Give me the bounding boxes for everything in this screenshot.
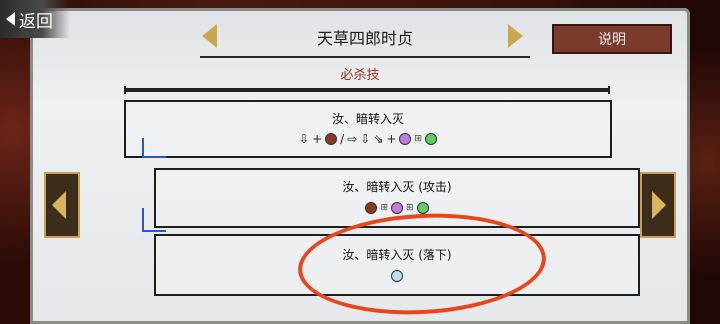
button-circle-icon [391,202,403,214]
move-card-1[interactable]: 汝、暗转入灭 ⇩ + / ⇨ ⇩ ⇘ + ⊞ [124,100,612,158]
title-bar: 天草四郎时贞 [200,18,530,58]
slash-icon: / [340,132,345,146]
section-divider [124,86,610,94]
chevron-right-icon [652,191,666,219]
chevron-left-icon [6,12,15,26]
arrow-down-right-icon: ⇘ [373,132,384,146]
button-circle-icon [424,133,437,145]
description-button[interactable]: 说明 [552,24,672,54]
move-command: ⊞ ⊞ [156,202,638,214]
section-label: 必杀技 [340,68,380,83]
connector-line [142,208,144,230]
next-character-icon[interactable] [508,24,523,48]
back-label: 返回 [19,11,53,32]
move-command: ⇩ + / ⇨ ⇩ ⇘ + ⊞ [126,132,610,146]
arrow-right-icon: ⇨ [347,132,358,146]
plus-icon: ⊞ [380,203,388,213]
button-circle-icon [365,202,378,214]
move-name: 汝、暗转入灭 (攻击) [342,180,452,194]
chevron-left-icon [52,191,66,219]
plus-icon: + [386,132,397,146]
button-circle-icon [325,133,338,145]
plus-icon: ⊞ [406,203,414,213]
plus-icon: + [312,132,323,146]
button-circle-icon [416,202,429,214]
arrow-down-icon: ⇩ [360,132,371,146]
connector-line [142,138,144,158]
scroll-right-button[interactable] [640,172,676,238]
connector-arrow-icon [142,156,166,158]
connector-arrow-icon [142,230,166,232]
page-title: 天草四郎时贞 [316,29,413,48]
move-name: 汝、暗转入灭 [331,112,404,126]
plus-icon: ⊞ [414,134,422,144]
scroll-left-button[interactable] [44,172,80,238]
back-button[interactable]: 返回 [0,0,70,38]
arrow-down-icon: ⇩ [299,132,310,146]
button-circle-icon [399,133,412,145]
